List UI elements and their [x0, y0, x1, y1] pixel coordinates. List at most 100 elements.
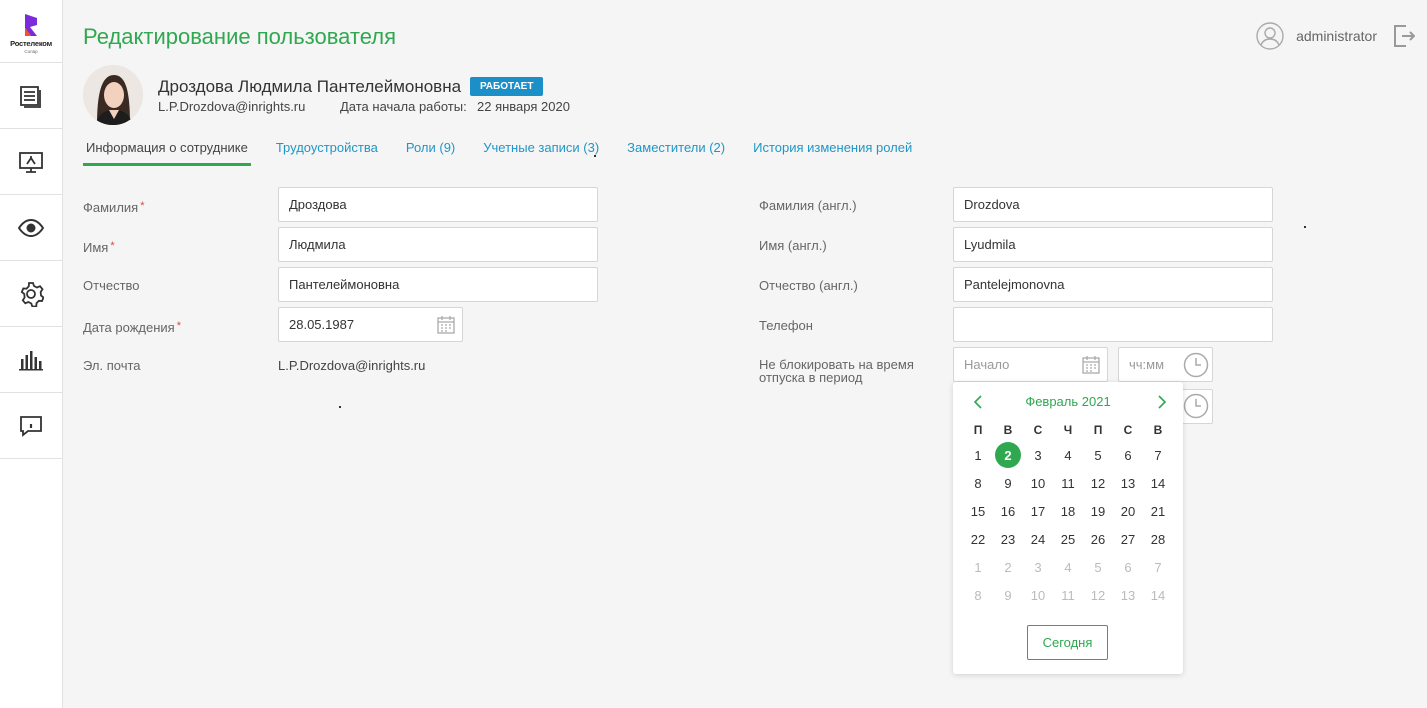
last-name-field[interactable] — [278, 187, 598, 222]
tab-bar: Информация о сотруднике Трудоустройства … — [83, 138, 937, 166]
last-name-en-field[interactable] — [953, 187, 1273, 222]
calendar-day[interactable]: 13 — [1113, 469, 1143, 497]
phone-label: Телефон — [759, 318, 813, 333]
calendar-day[interactable]: 23 — [993, 525, 1023, 553]
selected-day: 2 — [995, 442, 1021, 468]
tab-accounts[interactable]: Учетные записи (3) — [480, 138, 602, 166]
calendar-day[interactable]: 25 — [1053, 525, 1083, 553]
calendar-week: 8 9 10 11 12 13 14 — [963, 469, 1173, 497]
vacation-label: Не блокировать на время отпуска в период — [759, 357, 914, 385]
calendar-day[interactable]: 1 — [963, 441, 993, 469]
last-name-label: Фамилия * — [83, 200, 145, 215]
chevron-right-icon[interactable] — [1155, 394, 1169, 410]
calendar-icon[interactable] — [436, 315, 456, 335]
phone-field[interactable] — [953, 307, 1273, 342]
nav-info[interactable] — [0, 393, 62, 459]
calendar-day[interactable]: 8 — [963, 469, 993, 497]
brand-sub: Солар — [24, 48, 38, 54]
tab-roles[interactable]: Роли (9) — [403, 138, 458, 166]
nav-reports[interactable] — [0, 327, 62, 393]
first-name-en-label: Имя (англ.) — [759, 238, 827, 253]
patronymic-field[interactable] — [278, 267, 598, 302]
patronymic-label: Отчество — [83, 278, 140, 293]
tab-role-history[interactable]: История изменения ролей — [750, 138, 915, 166]
date-picker-popup: Февраль 2021 П В С Ч П С В 1 2 3 4 5 6 7 8 9 10 11 12 13 14 1… — [953, 382, 1183, 674]
sidebar: Ростелеком Солар — [0, 0, 63, 708]
user-menu[interactable]: administrator — [1256, 22, 1377, 50]
calendar-day[interactable]: 5 — [1083, 553, 1113, 581]
calendar-day[interactable]: 17 — [1023, 497, 1053, 525]
calendar-day[interactable]: 8 — [963, 581, 993, 609]
calendar-day[interactable]: 9 — [993, 469, 1023, 497]
clock-icon[interactable] — [1183, 352, 1209, 378]
nav-settings[interactable] — [0, 261, 62, 327]
weekday-label: С — [1033, 423, 1043, 437]
start-date-label: Дата начала работы: — [340, 99, 467, 114]
clock-icon-end[interactable] — [1183, 393, 1209, 419]
nav-documents[interactable] — [0, 63, 62, 129]
calendar-day[interactable]: 28 — [1143, 525, 1173, 553]
tab-employee-info[interactable]: Информация о сотруднике — [83, 138, 251, 166]
calendar-day[interactable]: 10 — [1023, 469, 1053, 497]
nav-monitor[interactable] — [0, 129, 62, 195]
calendar-day[interactable]: 15 — [963, 497, 993, 525]
tab-deputies[interactable]: Заместители (2) — [624, 138, 728, 166]
first-name-field[interactable] — [278, 227, 598, 262]
calendar-day[interactable]: 19 — [1083, 497, 1113, 525]
calendar-day[interactable]: 12 — [1083, 581, 1113, 609]
calendar-day[interactable]: 21 — [1143, 497, 1173, 525]
calendar-day[interactable]: 24 — [1023, 525, 1053, 553]
calendar-week: 15 16 17 18 19 20 21 — [963, 497, 1173, 525]
patronymic-en-field[interactable] — [953, 267, 1273, 302]
calendar-day[interactable]: 7 — [1143, 441, 1173, 469]
calendar-day[interactable]: 16 — [993, 497, 1023, 525]
user-full-name: Дроздова Людмила Пантелеймоновна — [158, 77, 462, 96]
today-button[interactable]: Сегодня — [1027, 625, 1108, 660]
rostelecom-logo-icon — [22, 13, 40, 37]
calendar-day[interactable]: 3 — [1023, 441, 1053, 469]
calendar-day[interactable]: 11 — [1053, 469, 1083, 497]
calendar-day[interactable]: 26 — [1083, 525, 1113, 553]
calendar-day[interactable]: 7 — [1143, 553, 1173, 581]
vacation-calendar-icon[interactable] — [1081, 355, 1101, 375]
logout-icon[interactable] — [1393, 24, 1415, 48]
calendar-day[interactable]: 12 — [1083, 469, 1113, 497]
info-message-icon — [20, 415, 42, 437]
calendar-day[interactable]: 1 — [963, 553, 993, 581]
calendar-day[interactable]: 10 — [1023, 581, 1053, 609]
calendar-day[interactable]: 4 — [1053, 441, 1083, 469]
first-name-en-field[interactable] — [953, 227, 1273, 262]
calendar-day[interactable]: 13 — [1113, 581, 1143, 609]
weekday-label: В — [1153, 423, 1163, 437]
calendar-day[interactable]: 3 — [1023, 553, 1053, 581]
tab-employments[interactable]: Трудоустройства — [273, 138, 381, 166]
calendar-day[interactable]: 4 — [1053, 553, 1083, 581]
last-name-en-label: Фамилия (англ.) — [759, 198, 857, 213]
calendar-day[interactable]: 9 — [993, 581, 1023, 609]
calendar-day[interactable]: 14 — [1143, 469, 1173, 497]
calendar-day[interactable]: 20 — [1113, 497, 1143, 525]
documents-icon — [20, 85, 41, 108]
calendar-day[interactable]: 11 — [1053, 581, 1083, 609]
weekday-label: С — [1123, 423, 1133, 437]
username: administrator — [1296, 28, 1377, 44]
calendar-day[interactable]: 22 — [963, 525, 993, 553]
calendar-day[interactable]: 18 — [1053, 497, 1083, 525]
calendar-week: 22 23 24 25 26 27 28 — [963, 525, 1173, 553]
calendar-day[interactable]: 27 — [1113, 525, 1143, 553]
start-date-value: 22 января 2020 — [477, 99, 570, 114]
calendar-month: Февраль 2021 — [1025, 394, 1111, 409]
artifact-dot — [339, 406, 341, 408]
brand-logo[interactable]: Ростелеком Солар — [0, 0, 62, 63]
weekday-label: П — [973, 423, 983, 437]
calendar-day[interactable]: 14 — [1143, 581, 1173, 609]
page-title: Редактирование пользователя — [83, 24, 397, 49]
weekday-label: В — [1003, 423, 1013, 437]
email-value: L.P.Drozdova@inrights.ru — [278, 358, 426, 373]
nav-view[interactable] — [0, 195, 62, 261]
calendar-day[interactable]: 6 — [1113, 553, 1143, 581]
calendar-day[interactable]: 6 — [1113, 441, 1143, 469]
calendar-day[interactable]: 2 — [993, 553, 1023, 581]
calendar-day[interactable]: 2 — [993, 441, 1023, 469]
calendar-day[interactable]: 5 — [1083, 441, 1113, 469]
